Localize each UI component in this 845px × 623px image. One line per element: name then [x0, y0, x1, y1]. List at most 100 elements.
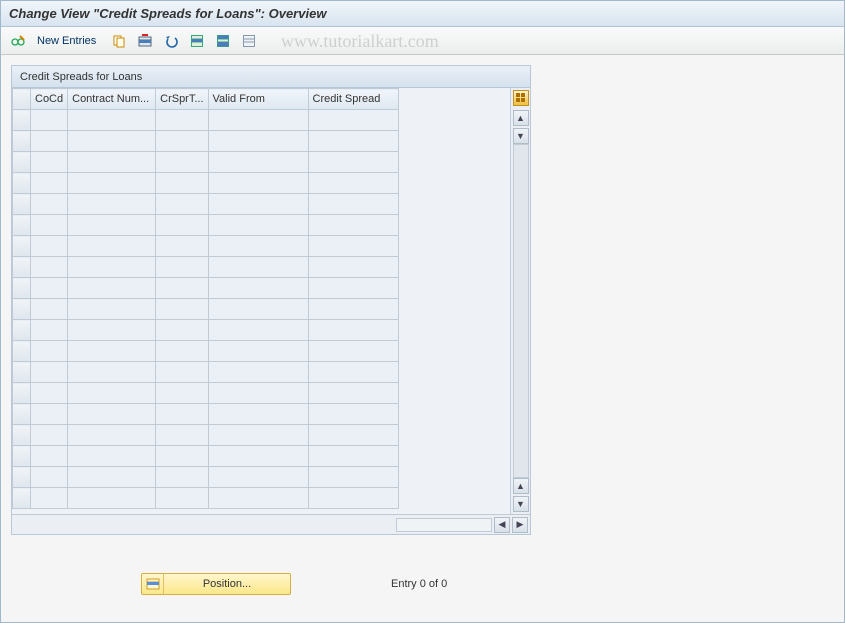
- row-selector[interactable]: [13, 278, 31, 299]
- cell[interactable]: [68, 131, 156, 152]
- cell[interactable]: [308, 173, 398, 194]
- cell[interactable]: [308, 488, 398, 509]
- cell[interactable]: [308, 425, 398, 446]
- cell[interactable]: [308, 236, 398, 257]
- cell[interactable]: [156, 152, 208, 173]
- cell[interactable]: [208, 236, 308, 257]
- delete-button[interactable]: [134, 30, 156, 52]
- select-all-button[interactable]: [186, 30, 208, 52]
- row-selector[interactable]: [13, 362, 31, 383]
- cell[interactable]: [308, 110, 398, 131]
- cell[interactable]: [68, 320, 156, 341]
- cell[interactable]: [208, 425, 308, 446]
- row-selector[interactable]: [13, 425, 31, 446]
- row-selector[interactable]: [13, 257, 31, 278]
- cell[interactable]: [31, 194, 68, 215]
- scroll-up-button[interactable]: ▲: [513, 110, 529, 126]
- table-row[interactable]: [13, 278, 399, 299]
- cell[interactable]: [308, 152, 398, 173]
- cell[interactable]: [308, 341, 398, 362]
- cell[interactable]: [156, 362, 208, 383]
- table-row[interactable]: [13, 131, 399, 152]
- cell[interactable]: [208, 299, 308, 320]
- cell[interactable]: [31, 425, 68, 446]
- scroll-down-small-button[interactable]: ▼: [513, 128, 529, 144]
- cell[interactable]: [308, 131, 398, 152]
- cell[interactable]: [308, 362, 398, 383]
- cell[interactable]: [208, 257, 308, 278]
- cell[interactable]: [208, 110, 308, 131]
- cell[interactable]: [156, 236, 208, 257]
- cell[interactable]: [31, 383, 68, 404]
- table-row[interactable]: [13, 173, 399, 194]
- cell[interactable]: [156, 278, 208, 299]
- table-row[interactable]: [13, 257, 399, 278]
- cell[interactable]: [68, 110, 156, 131]
- cell[interactable]: [68, 173, 156, 194]
- cell[interactable]: [68, 215, 156, 236]
- row-selector[interactable]: [13, 488, 31, 509]
- row-selector[interactable]: [13, 152, 31, 173]
- cell[interactable]: [308, 404, 398, 425]
- undo-button[interactable]: [160, 30, 182, 52]
- cell[interactable]: [68, 299, 156, 320]
- cell[interactable]: [68, 362, 156, 383]
- row-selector[interactable]: [13, 194, 31, 215]
- new-entries-button[interactable]: New Entries: [33, 30, 104, 52]
- select-block-button[interactable]: [212, 30, 234, 52]
- cell[interactable]: [31, 215, 68, 236]
- cell[interactable]: [31, 404, 68, 425]
- row-selector[interactable]: [13, 299, 31, 320]
- cell[interactable]: [156, 320, 208, 341]
- table-row[interactable]: [13, 404, 399, 425]
- cell[interactable]: [31, 131, 68, 152]
- cell[interactable]: [31, 467, 68, 488]
- cell[interactable]: [31, 320, 68, 341]
- cell[interactable]: [31, 257, 68, 278]
- table-row[interactable]: [13, 236, 399, 257]
- cell[interactable]: [208, 278, 308, 299]
- cell[interactable]: [208, 131, 308, 152]
- row-selector[interactable]: [13, 131, 31, 152]
- scroll-right-button[interactable]: ▶: [512, 517, 528, 533]
- cell[interactable]: [156, 467, 208, 488]
- table-row[interactable]: [13, 194, 399, 215]
- cell[interactable]: [68, 152, 156, 173]
- col-crsprt[interactable]: CrSprT...: [156, 89, 208, 110]
- col-valid-from[interactable]: Valid From: [208, 89, 308, 110]
- cell[interactable]: [208, 404, 308, 425]
- cell[interactable]: [68, 341, 156, 362]
- cell[interactable]: [156, 383, 208, 404]
- cell[interactable]: [308, 320, 398, 341]
- col-credit-spread[interactable]: Credit Spread: [308, 89, 398, 110]
- row-selector[interactable]: [13, 446, 31, 467]
- cell[interactable]: [156, 173, 208, 194]
- cell[interactable]: [31, 341, 68, 362]
- col-contract-num[interactable]: Contract Num...: [68, 89, 156, 110]
- cell[interactable]: [308, 467, 398, 488]
- cell[interactable]: [68, 404, 156, 425]
- cell[interactable]: [156, 299, 208, 320]
- table-row[interactable]: [13, 467, 399, 488]
- cell[interactable]: [68, 383, 156, 404]
- cell[interactable]: [31, 110, 68, 131]
- hscroll-track[interactable]: [396, 518, 492, 532]
- cell[interactable]: [308, 299, 398, 320]
- cell[interactable]: [68, 278, 156, 299]
- cell[interactable]: [208, 320, 308, 341]
- row-selector[interactable]: [13, 110, 31, 131]
- deselect-all-button[interactable]: [238, 30, 260, 52]
- cell[interactable]: [68, 446, 156, 467]
- table-row[interactable]: [13, 383, 399, 404]
- cell[interactable]: [208, 215, 308, 236]
- copy-as-button[interactable]: [108, 30, 130, 52]
- table-row[interactable]: [13, 425, 399, 446]
- cell[interactable]: [31, 173, 68, 194]
- row-selector[interactable]: [13, 341, 31, 362]
- cell[interactable]: [156, 404, 208, 425]
- cell[interactable]: [208, 341, 308, 362]
- table-row[interactable]: [13, 341, 399, 362]
- table-row[interactable]: [13, 446, 399, 467]
- cell[interactable]: [68, 425, 156, 446]
- cell[interactable]: [208, 383, 308, 404]
